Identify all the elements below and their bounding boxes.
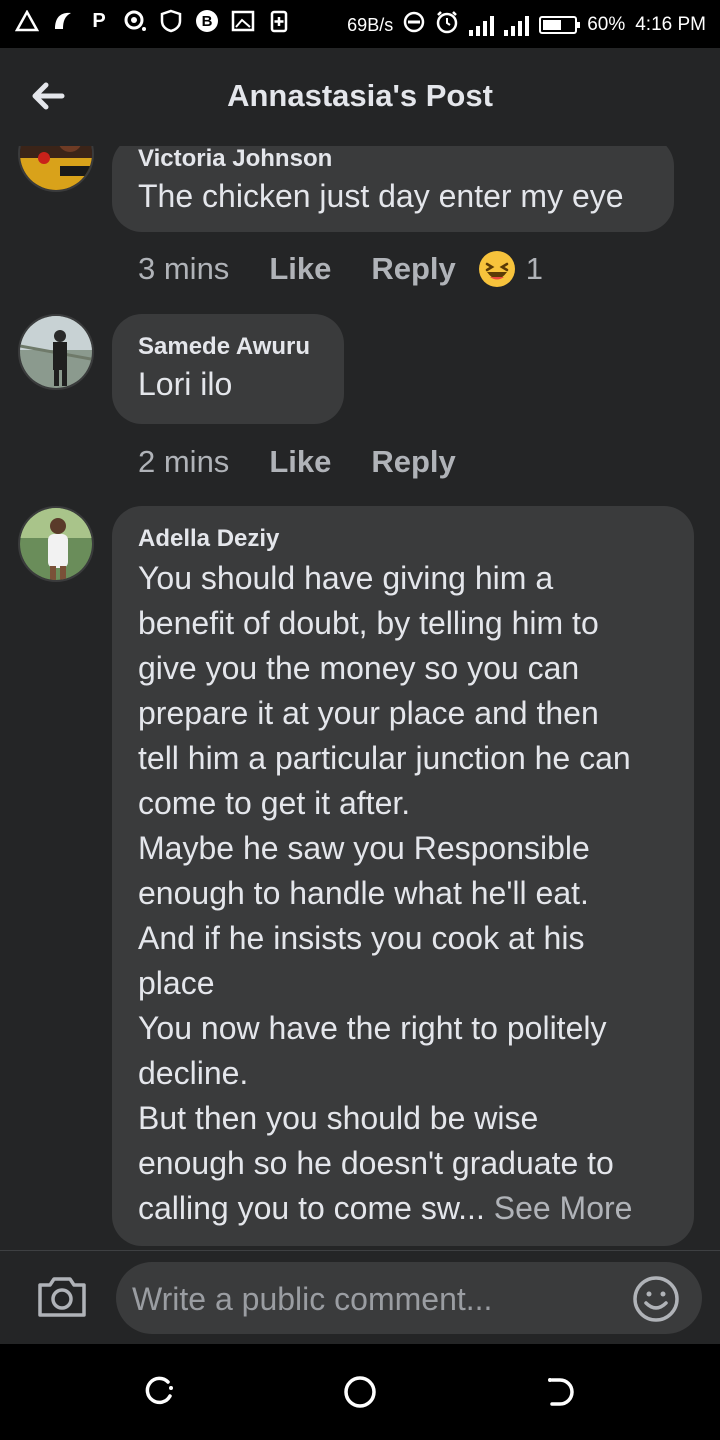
post-header: Annastasia's Post bbox=[0, 48, 720, 146]
comment-body: You should have giving him a benefit of … bbox=[138, 560, 631, 1226]
comment-text: The chicken just day enter my eye bbox=[138, 178, 624, 214]
like-button[interactable]: Like bbox=[269, 251, 331, 287]
mobile-data-signal-icon bbox=[504, 14, 530, 36]
comment-actions: 2 mins Like Reply bbox=[138, 439, 478, 485]
see-more-link[interactable]: See More bbox=[494, 1190, 633, 1226]
like-button[interactable]: Like bbox=[269, 444, 331, 480]
do-not-disturb-icon bbox=[403, 11, 425, 39]
comment-input[interactable] bbox=[130, 1262, 614, 1336]
shield-icon bbox=[158, 8, 184, 34]
smiley-icon[interactable] bbox=[632, 1275, 680, 1323]
battery-icon bbox=[539, 16, 581, 34]
reaction-summary[interactable]: 1 bbox=[478, 250, 543, 288]
back-nav-icon[interactable] bbox=[542, 1374, 578, 1410]
page-title: Annastasia's Post bbox=[227, 78, 493, 113]
comment-input-box[interactable] bbox=[116, 1262, 702, 1336]
reply-button[interactable]: Reply bbox=[371, 444, 455, 480]
app-notification-icon bbox=[50, 8, 76, 34]
comment-composer bbox=[0, 1251, 720, 1344]
avatar[interactable] bbox=[18, 146, 94, 192]
comment-author[interactable]: Samede Awuru bbox=[138, 332, 318, 362]
svg-text:B: B bbox=[202, 13, 213, 30]
laughing-face-icon bbox=[478, 250, 516, 288]
p-notification-icon: P bbox=[92, 9, 106, 32]
image-notification-icon bbox=[230, 8, 256, 34]
system-nav-bar bbox=[0, 1344, 720, 1440]
home-icon[interactable] bbox=[342, 1374, 378, 1410]
comment-bubble[interactable]: Victoria Johnson The chicken just day en… bbox=[112, 146, 674, 232]
notification-icons: P B bbox=[14, 8, 292, 34]
reaction-count: 1 bbox=[525, 251, 544, 286]
comment-bubble[interactable]: Samede Awuru Lori ilo bbox=[112, 314, 344, 424]
status-bar: P B 69B/s 60% 4:16 PM bbox=[0, 0, 720, 48]
signal-icon bbox=[469, 14, 495, 36]
comment-author[interactable]: Adella Deziy bbox=[138, 524, 668, 554]
avatar[interactable] bbox=[18, 314, 94, 390]
comment-text: You should have giving him a benefit of … bbox=[138, 556, 668, 1231]
comment-text: Lori ilo bbox=[138, 366, 233, 402]
clock: 4:16 PM bbox=[635, 14, 706, 35]
reply-button[interactable]: Reply bbox=[371, 251, 455, 287]
recent-apps-icon[interactable] bbox=[142, 1374, 178, 1410]
warning-triangle-icon bbox=[14, 8, 40, 34]
battery-percent: 60% bbox=[587, 14, 626, 35]
alarm-icon bbox=[435, 10, 459, 40]
chat-notification-icon bbox=[122, 8, 148, 34]
comment-time: 2 mins bbox=[138, 444, 230, 479]
b-notification-icon: B bbox=[194, 8, 220, 34]
battery-saver-icon bbox=[266, 8, 292, 34]
network-speed: 69B/s bbox=[347, 14, 394, 35]
comment-bubble[interactable]: Adella Deziy You should have giving him … bbox=[112, 506, 694, 1246]
avatar[interactable] bbox=[18, 506, 94, 582]
comment-author[interactable]: Victoria Johnson bbox=[138, 146, 648, 174]
comments-list[interactable]: Victoria Johnson The chicken just day en… bbox=[0, 146, 720, 1250]
comment-actions: 3 mins Like Reply 1 bbox=[138, 246, 543, 292]
comment-time: 3 mins bbox=[138, 251, 230, 286]
system-status: 69B/s 60% 4:16 PM bbox=[347, 10, 706, 40]
camera-icon[interactable] bbox=[36, 1273, 88, 1321]
